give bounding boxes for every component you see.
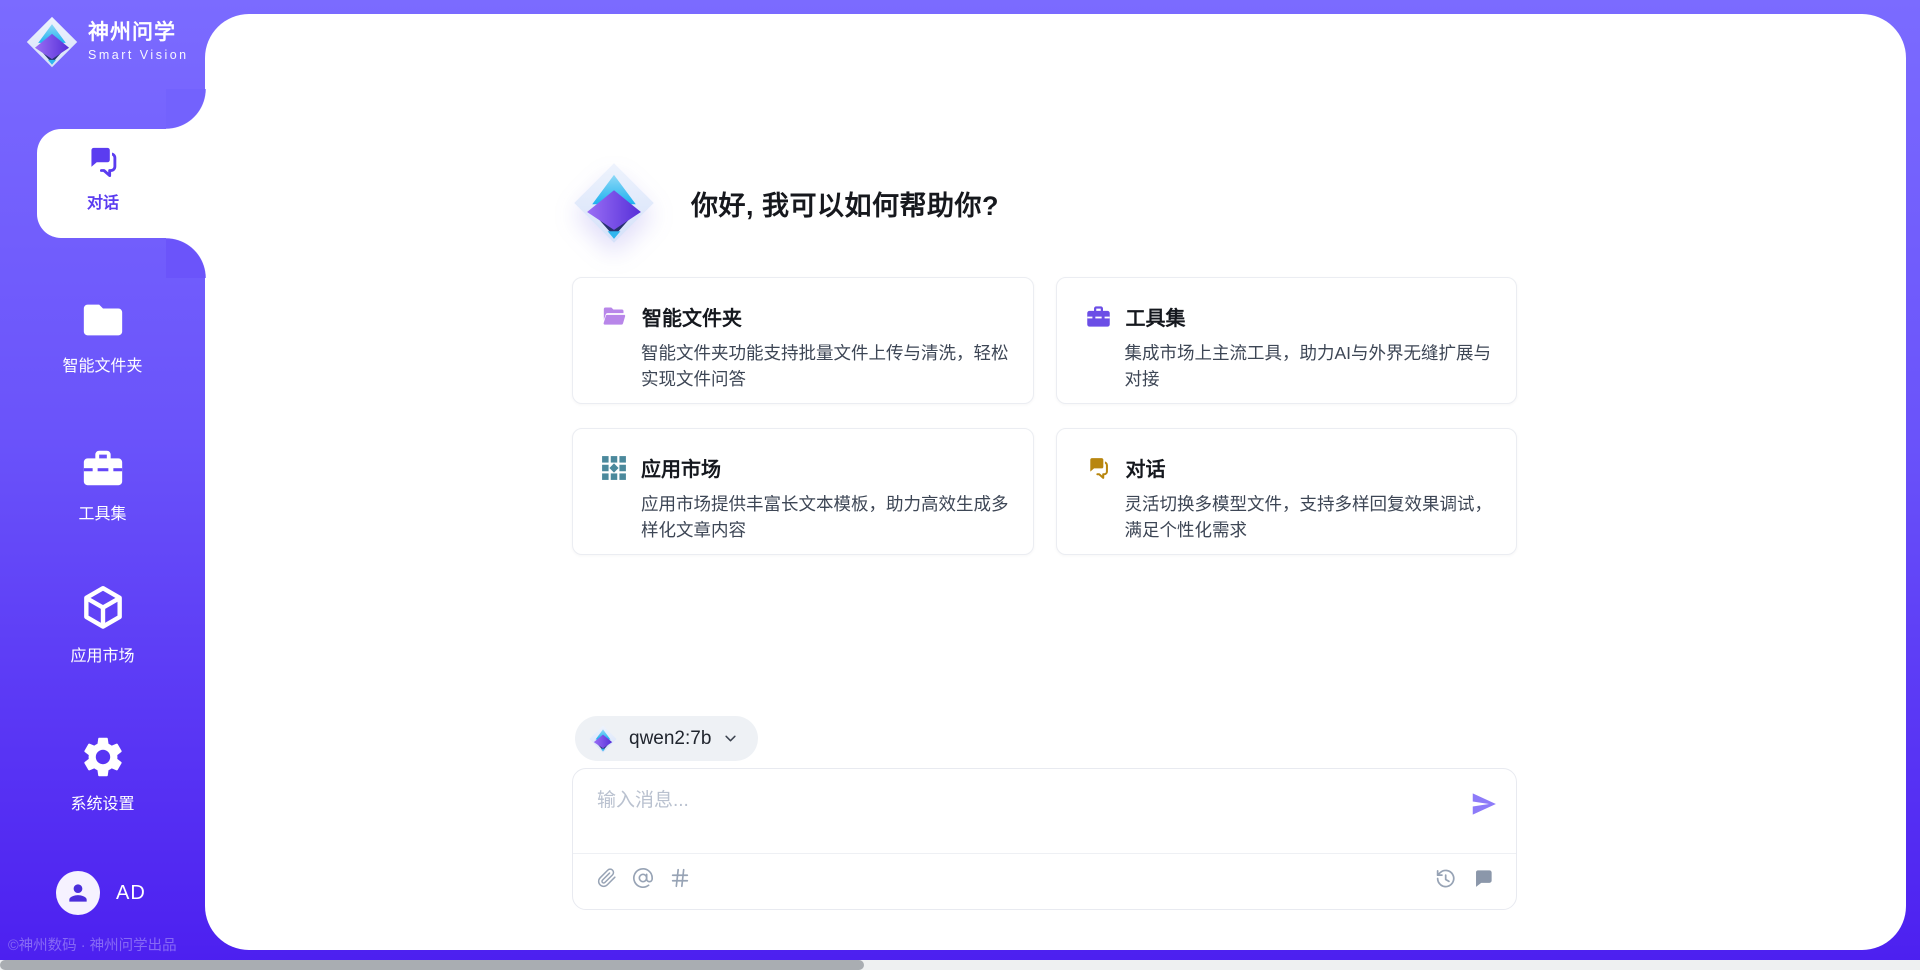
card-title: 应用市场 (641, 453, 721, 482)
composer-divider (573, 853, 1516, 854)
card-title: 智能文件夹 (642, 302, 742, 331)
tab-curve-top (166, 89, 206, 129)
feature-card-toolset[interactable]: 工具集 集成市场上主流工具，助力AI与外界无缝扩展与对接 (1056, 277, 1518, 404)
sidebar-item-smart-folder[interactable]: 智能文件夹 (0, 297, 205, 376)
folder-open-icon (601, 303, 628, 330)
sidebar-item-label: 系统设置 (70, 790, 134, 814)
brand-name-en: Smart Vision (88, 48, 189, 62)
conversation-button[interactable] (1472, 867, 1495, 890)
feature-card-chat[interactable]: 对话 灵活切换多模型文件，支持多样回复效果调试，满足个性化需求 (1056, 428, 1518, 555)
grid-icon (601, 455, 627, 481)
copyright-footer: ©神州数码 · 神州问学出品 (8, 934, 177, 955)
horizontal-scrollbar (0, 960, 1920, 970)
chevron-down-icon (723, 731, 738, 746)
at-sign-icon (632, 867, 654, 889)
user-profile[interactable]: AD (56, 871, 146, 915)
feature-card-app-market[interactable]: 应用市场 应用市场提供丰富长文本模板，助力高效生成多样化文章内容 (572, 428, 1034, 555)
attach-file-button[interactable] (597, 867, 617, 889)
sidebar-item-toolset[interactable]: 工具集 (0, 445, 205, 524)
hash-icon (669, 867, 691, 889)
mention-button[interactable] (632, 867, 654, 889)
greeting-text: 你好, 我可以如何帮助你? (691, 184, 999, 223)
person-icon (65, 880, 91, 906)
folder-icon (80, 297, 126, 343)
card-description: 应用市场提供丰富长文本模板，助力高效生成多样化文章内容 (641, 491, 1009, 544)
chat-icon (84, 142, 122, 180)
toolbox-icon (1085, 303, 1112, 330)
chat-bubble-icon (1472, 867, 1495, 890)
tab-curve-bottom (166, 238, 206, 278)
sidebar-item-label: 应用市场 (70, 642, 134, 666)
toolbox-icon (80, 445, 126, 491)
brand-diamond-icon (589, 725, 617, 753)
sidebar-item-label: 工具集 (78, 500, 126, 524)
sidebar-item-app-market[interactable]: 应用市场 (0, 583, 205, 666)
model-name: qwen2:7b (629, 728, 711, 750)
card-title: 对话 (1126, 453, 1166, 482)
feature-card-smart-folder[interactable]: 智能文件夹 智能文件夹功能支持批量文件上传与清洗，轻松实现文件问答 (572, 277, 1034, 404)
gear-icon (79, 733, 127, 781)
card-description: 灵活切换多模型文件，支持多样回复效果调试，满足个性化需求 (1125, 491, 1493, 544)
card-description: 集成市场上主流工具，助力AI与外界无缝扩展与对接 (1125, 340, 1493, 393)
card-title: 工具集 (1126, 302, 1186, 331)
scrollbar-thumb[interactable] (0, 960, 864, 970)
model-selector[interactable]: qwen2:7b (575, 716, 758, 761)
paperclip-icon (597, 867, 617, 889)
sidebar-item-label: 智能文件夹 (62, 352, 142, 376)
topic-button[interactable] (669, 867, 691, 889)
sidebar-item-settings[interactable]: 系统设置 (0, 733, 205, 814)
message-input[interactable] (597, 785, 1437, 841)
app-logo: 神州问学 Smart Vision (26, 16, 189, 68)
user-name: AD (116, 882, 146, 905)
avatar (56, 871, 100, 915)
greeting: 你好, 我可以如何帮助你? (573, 162, 999, 244)
cube-icon (78, 583, 128, 633)
send-button[interactable] (1469, 789, 1499, 819)
chat-icon (1085, 454, 1112, 481)
sidebar-item-chat[interactable]: 对话 (37, 142, 169, 213)
history-button[interactable] (1434, 867, 1457, 890)
message-composer (572, 768, 1517, 910)
sidebar-item-label: 对话 (87, 189, 119, 213)
brand-diamond-icon (573, 162, 655, 244)
send-icon (1469, 789, 1499, 819)
history-icon (1434, 867, 1457, 890)
brand-name-cn: 神州问学 (88, 21, 189, 45)
card-description: 智能文件夹功能支持批量文件上传与清洗，轻松实现文件问答 (641, 340, 1009, 393)
brand-diamond-icon (26, 16, 78, 68)
